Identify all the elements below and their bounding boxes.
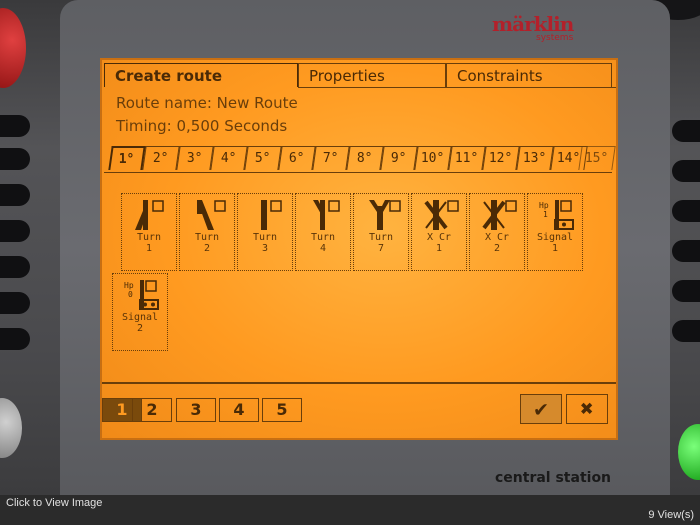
item-tile[interactable]: Turn 4	[295, 193, 351, 271]
step-tab[interactable]: 7°	[312, 146, 350, 170]
viewer-footer: Click to View Image 9 View(s)	[0, 495, 700, 525]
left-slot	[0, 148, 30, 170]
signal-icon: Hp 0	[124, 280, 159, 310]
right-slot	[672, 240, 700, 262]
tab-constraints[interactable]: Constraints	[446, 63, 612, 87]
step-tab[interactable]: 15°	[578, 146, 616, 170]
right-slot	[672, 160, 700, 182]
item-tile[interactable]: Turn 1	[121, 193, 177, 271]
left-slot	[0, 292, 30, 314]
left-slot	[0, 184, 30, 206]
step-tab[interactable]: 10°	[414, 146, 452, 170]
step-tab[interactable]: 12°	[482, 146, 520, 170]
turnout-y-icon	[313, 200, 340, 230]
tab-properties[interactable]: Properties	[298, 63, 446, 87]
left-slot	[0, 256, 30, 278]
left-red-knob	[0, 8, 26, 88]
svg-text:Hp: Hp	[539, 201, 549, 210]
turnout-right-icon	[197, 200, 226, 230]
step-tab[interactable]: 2°	[142, 146, 180, 170]
item-tile[interactable]: X Cr 1	[411, 193, 467, 271]
step-tab[interactable]: 3°	[176, 146, 214, 170]
left-slot	[0, 115, 30, 137]
right-slot	[672, 200, 700, 222]
marklin-logo: märklin systems	[492, 12, 574, 43]
left-grey-knob	[0, 398, 22, 458]
cancel-button[interactable]: ✖	[566, 394, 608, 424]
step-tab[interactable]: 11°	[448, 146, 486, 170]
left-slot	[0, 328, 30, 350]
right-green-knob	[678, 424, 700, 480]
step-tab[interactable]: 8°	[346, 146, 384, 170]
close-icon: ✖	[580, 396, 594, 422]
page-button[interactable]: 2	[132, 398, 172, 422]
crossing-icon	[482, 200, 517, 230]
item-tile[interactable]: Hp 0 Signal 2	[112, 273, 168, 351]
main-tabs: Create route Properties Constraints	[102, 60, 616, 88]
checkmark-icon: ✔	[534, 396, 548, 422]
step-tab[interactable]: 1°	[108, 146, 146, 170]
turnout-y-icon	[369, 200, 401, 230]
step-tab[interactable]: 4°	[210, 146, 248, 170]
device-label: central station	[495, 470, 612, 486]
svg-text:Hp: Hp	[124, 281, 134, 290]
turnout-straight-icon	[261, 200, 282, 230]
page-button[interactable]: 5	[262, 398, 302, 422]
signal-icon: Hp 1	[539, 200, 574, 230]
crossing-icon	[424, 200, 459, 230]
right-slot	[672, 280, 700, 302]
lcd-screen: Create route Properties Constraints Rout…	[100, 58, 618, 440]
item-tile[interactable]: X Cr 2	[469, 193, 525, 271]
svg-text:0: 0	[128, 290, 133, 299]
step-tab[interactable]: 9°	[380, 146, 418, 170]
bottom-bar: 1 2 3 4 5 ✔ ✖	[102, 382, 616, 438]
step-tab[interactable]: 6°	[278, 146, 316, 170]
page-button[interactable]: 3	[176, 398, 216, 422]
turnout-left-icon	[135, 200, 164, 230]
tab-divider	[298, 87, 616, 88]
items-panel: Turn 1 Turn 2 Turn 3 Turn 4 Turn 7 X Cr …	[104, 172, 612, 379]
step-tab[interactable]: 5°	[244, 146, 282, 170]
item-tile[interactable]: Turn 3	[237, 193, 293, 271]
item-tile[interactable]: Turn 2	[179, 193, 235, 271]
route-name: Route name: New Route	[116, 94, 298, 112]
right-slot	[672, 320, 700, 342]
step-tab[interactable]: 13°	[516, 146, 554, 170]
step-tabs: 1° 2° 3° 4° 5° 6° 7° 8° 9° 10° 11° 12° 1…	[102, 146, 616, 174]
tab-create-route[interactable]: Create route	[104, 63, 298, 87]
svg-text:1: 1	[543, 210, 548, 219]
device-photo: märklin systems central station Create r…	[0, 0, 700, 495]
item-tile[interactable]: Hp 1 Signal 1	[527, 193, 583, 271]
right-slot	[672, 120, 700, 142]
click-to-view-link[interactable]: Click to View Image	[6, 497, 102, 509]
left-slot	[0, 220, 30, 242]
route-timing: Timing: 0,500 Seconds	[116, 117, 288, 135]
page-button[interactable]: 4	[219, 398, 259, 422]
view-count: 9 View(s)	[648, 509, 694, 521]
confirm-button[interactable]: ✔	[520, 394, 562, 424]
item-tile[interactable]: Turn 7	[353, 193, 409, 271]
